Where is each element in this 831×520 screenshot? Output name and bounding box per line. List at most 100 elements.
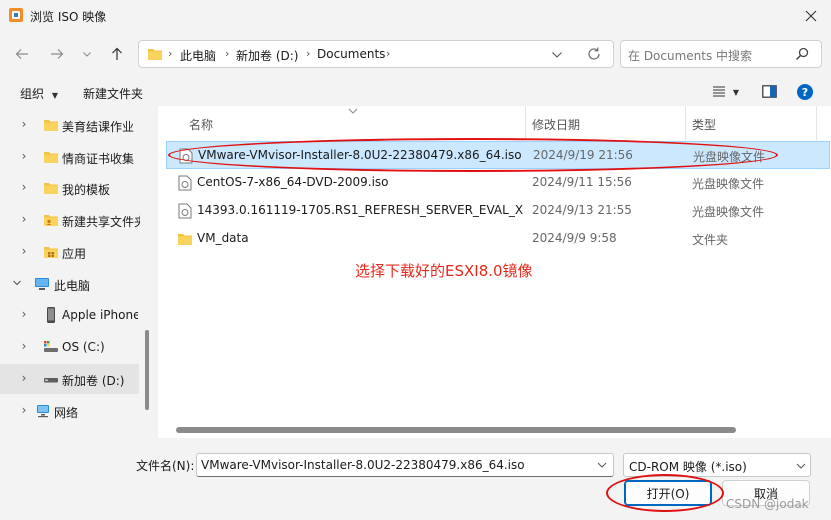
chevron-right-icon[interactable]: › bbox=[19, 403, 29, 417]
breadcrumb-separator: › bbox=[306, 47, 311, 60]
arrow-right-icon bbox=[51, 49, 64, 59]
iso-file-icon bbox=[178, 175, 192, 191]
folder-icon bbox=[44, 120, 58, 131]
nav-item-network[interactable]: › 网络 bbox=[0, 396, 139, 426]
search-icon bbox=[795, 47, 809, 61]
search-input[interactable]: 在 Documents 中搜索 bbox=[628, 47, 752, 64]
chevron-right-icon[interactable]: › bbox=[19, 244, 29, 258]
chevron-right-icon[interactable]: › bbox=[19, 117, 29, 131]
up-button[interactable] bbox=[106, 43, 128, 65]
nav-item-shared-folder[interactable]: › 新建共享文件夹 bbox=[0, 205, 140, 235]
phone-icon bbox=[47, 307, 55, 323]
nav-item-label: 我的模板 bbox=[62, 183, 111, 197]
organize-button[interactable]: 组织 ▼ bbox=[20, 85, 58, 102]
preview-pane-button[interactable] bbox=[762, 85, 777, 101]
new-folder-label: 新建文件夹 bbox=[83, 87, 144, 101]
forward-button[interactable] bbox=[46, 43, 68, 65]
close-icon bbox=[805, 10, 816, 22]
column-divider[interactable] bbox=[525, 106, 526, 140]
breadcrumb-drive-d[interactable]: 新加卷 (D:) bbox=[236, 47, 298, 64]
file-row[interactable]: 14393.0.161119-1705.RS1_REFRESH_SERVER_E… bbox=[166, 197, 830, 225]
file-modified: 2024/9/11 15:56 bbox=[532, 175, 632, 189]
file-name: CentOS-7-x86_64-DVD-2009.iso bbox=[197, 175, 389, 189]
column-header-modified[interactable]: 修改日期 bbox=[532, 116, 580, 133]
nav-item-folder[interactable]: › 我的模板 bbox=[0, 173, 139, 203]
chevron-right-icon[interactable]: › bbox=[19, 149, 29, 163]
new-folder-button[interactable]: 新建文件夹 bbox=[83, 85, 143, 102]
nav-item-label: 此电脑 bbox=[54, 279, 91, 293]
file-type-select[interactable]: CD-ROM 映像 (*.iso) bbox=[623, 453, 811, 477]
file-name: VM_data bbox=[197, 231, 249, 245]
app-folder-icon bbox=[44, 247, 58, 258]
folder-icon bbox=[44, 183, 58, 194]
sort-indicator-icon bbox=[348, 108, 358, 114]
breadcrumb-separator: › bbox=[225, 47, 230, 60]
chevron-right-icon[interactable]: › bbox=[19, 371, 29, 385]
arrow-up-icon bbox=[112, 47, 122, 60]
title-bar: 浏览 ISO 映像 bbox=[0, 0, 831, 32]
file-type: 光盘映像文件 bbox=[692, 205, 765, 219]
nav-item-apps[interactable]: › 应用 bbox=[0, 237, 139, 267]
chevron-right-icon[interactable]: › bbox=[19, 307, 29, 321]
this-pc-icon bbox=[35, 278, 49, 290]
iso-file-icon bbox=[178, 203, 192, 219]
recent-locations-button[interactable] bbox=[76, 43, 98, 65]
help-button[interactable]: ? bbox=[796, 83, 814, 104]
chevron-right-icon[interactable]: › bbox=[19, 180, 29, 194]
address-bar[interactable]: › 此电脑 › 新加卷 (D:) › Documents › bbox=[138, 40, 614, 68]
file-modified: 2024/9/9 9:58 bbox=[532, 231, 617, 245]
breadcrumb-this-pc[interactable]: 此电脑 bbox=[180, 47, 216, 64]
column-divider[interactable] bbox=[816, 106, 817, 140]
file-row[interactable]: CentOS-7-x86_64-DVD-2009.iso 2024/9/11 1… bbox=[166, 169, 830, 197]
chevron-down-icon bbox=[83, 52, 91, 57]
caret-down-icon: ▼ bbox=[732, 88, 739, 97]
column-header-name[interactable]: 名称 bbox=[189, 116, 213, 133]
nav-item-label: OS (C:) bbox=[62, 340, 105, 354]
chevron-down-icon[interactable] bbox=[12, 278, 22, 288]
file-modified: 2024/9/13 21:55 bbox=[532, 203, 632, 217]
back-button[interactable] bbox=[11, 43, 33, 65]
shared-folder-icon bbox=[44, 215, 58, 226]
vmware-app-icon bbox=[9, 8, 23, 22]
nav-item-label: 网络 bbox=[54, 406, 79, 420]
network-icon bbox=[37, 405, 49, 418]
highlight-ellipse-selected-file bbox=[168, 138, 778, 172]
breadcrumb-documents[interactable]: Documents bbox=[317, 47, 385, 61]
chevron-right-icon[interactable]: › bbox=[19, 339, 29, 353]
file-list-horizontal-scrollbar[interactable] bbox=[176, 427, 736, 433]
chevron-down-icon[interactable] bbox=[597, 461, 607, 469]
command-bar: 组织 ▼ 新建文件夹 ▼ ? bbox=[0, 78, 831, 106]
file-row[interactable]: VM_data 2024/9/9 9:58 文件夹 bbox=[166, 225, 830, 253]
nav-item-label: 情商证书收集 bbox=[62, 152, 135, 166]
close-button[interactable] bbox=[790, 0, 831, 32]
chevron-right-icon[interactable]: › bbox=[19, 212, 29, 226]
search-box[interactable]: 在 Documents 中搜索 bbox=[620, 40, 822, 68]
folder-icon bbox=[44, 152, 58, 163]
refresh-icon bbox=[588, 47, 600, 60]
refresh-button[interactable] bbox=[586, 46, 602, 65]
nav-item-folder[interactable]: › 情商证书收集 bbox=[0, 142, 139, 172]
column-divider[interactable] bbox=[685, 106, 686, 140]
nav-item-drive-c[interactable]: › OS (C:) bbox=[0, 332, 139, 362]
file-type: 文件夹 bbox=[692, 233, 729, 247]
help-icon: ? bbox=[797, 84, 813, 100]
folder-icon bbox=[178, 234, 192, 245]
nav-item-this-pc[interactable]: 此电脑 bbox=[0, 269, 139, 299]
chevron-down-icon bbox=[552, 52, 562, 58]
organize-label: 组织 bbox=[20, 87, 45, 101]
caret-down-icon: ▼ bbox=[51, 91, 58, 100]
address-history-dropdown[interactable] bbox=[551, 49, 563, 63]
nav-item-drive-d[interactable]: › 新加卷 (D:) bbox=[0, 364, 139, 394]
column-header-type[interactable]: 类型 bbox=[692, 116, 716, 133]
nav-item-label: 新加卷 (D:) bbox=[62, 374, 125, 388]
nav-pane-scrollbar[interactable] bbox=[145, 330, 149, 410]
view-options-button[interactable]: ▼ bbox=[712, 85, 739, 100]
file-type: 光盘映像文件 bbox=[692, 177, 765, 191]
filename-input[interactable] bbox=[196, 453, 614, 477]
drive-icon bbox=[44, 378, 58, 383]
list-view-icon bbox=[713, 86, 725, 97]
filename-label: 文件名(N): bbox=[136, 459, 195, 473]
nav-item-iphone[interactable]: › Apple iPhone bbox=[0, 300, 139, 330]
nav-item-folder[interactable]: › 美育结课作业 bbox=[0, 110, 139, 140]
nav-item-label: Apple iPhone bbox=[62, 308, 138, 322]
